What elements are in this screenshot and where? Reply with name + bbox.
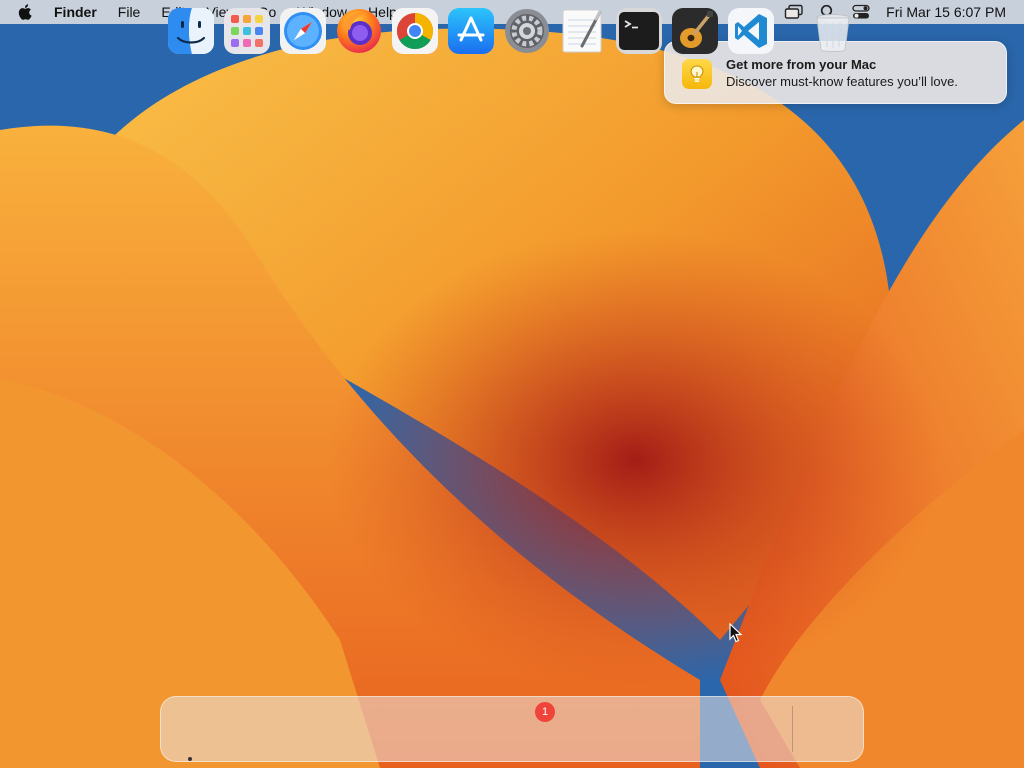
trash-icon	[810, 8, 856, 54]
dock-app-garageband[interactable]	[672, 8, 718, 54]
chrome-icon	[392, 8, 438, 54]
launchpad-icon	[224, 8, 270, 54]
menu-file[interactable]: File	[118, 4, 141, 20]
firefox-icon	[336, 8, 382, 54]
terminal-icon	[616, 8, 662, 54]
dock-app-textedit[interactable]	[560, 8, 606, 54]
dock-app-safari[interactable]	[280, 8, 326, 54]
dock-app-vscode[interactable]	[728, 8, 774, 54]
finder-running-indicator	[188, 757, 192, 761]
notification-badge: 1	[535, 702, 555, 722]
screen-mirroring-icon[interactable]	[784, 4, 804, 20]
finder-icon	[168, 8, 214, 54]
dock-app-firefox[interactable]	[336, 8, 382, 54]
system-settings-icon	[504, 8, 550, 54]
textedit-icon	[560, 8, 606, 54]
garageband-icon	[672, 8, 718, 54]
safari-icon	[280, 8, 326, 54]
lightbulb-icon	[682, 59, 712, 89]
notification-title: Get more from your Mac	[726, 57, 877, 72]
menubar-clock[interactable]: Fri Mar 15 6:07 PM	[886, 4, 1006, 20]
dock	[160, 696, 864, 762]
dock-app-terminal[interactable]	[616, 8, 662, 54]
vscode-icon	[728, 8, 774, 54]
notification-body: Discover must-know features you’ll love.	[726, 74, 958, 89]
app-store-icon	[448, 8, 494, 54]
dock-app-launchpad[interactable]	[224, 8, 270, 54]
dock-separator	[792, 706, 793, 752]
desktop-wallpaper	[0, 0, 1024, 768]
dock-app-finder[interactable]	[168, 8, 214, 54]
dock-app-trash[interactable]	[810, 8, 856, 54]
dock-app-system-settings[interactable]	[504, 8, 550, 54]
dock-app-chrome[interactable]	[392, 8, 438, 54]
dock-app-app-store[interactable]	[448, 8, 494, 54]
app-menu-finder[interactable]: Finder	[54, 4, 97, 20]
apple-logo-icon[interactable]	[18, 3, 34, 21]
mouse-cursor-icon	[729, 622, 743, 648]
